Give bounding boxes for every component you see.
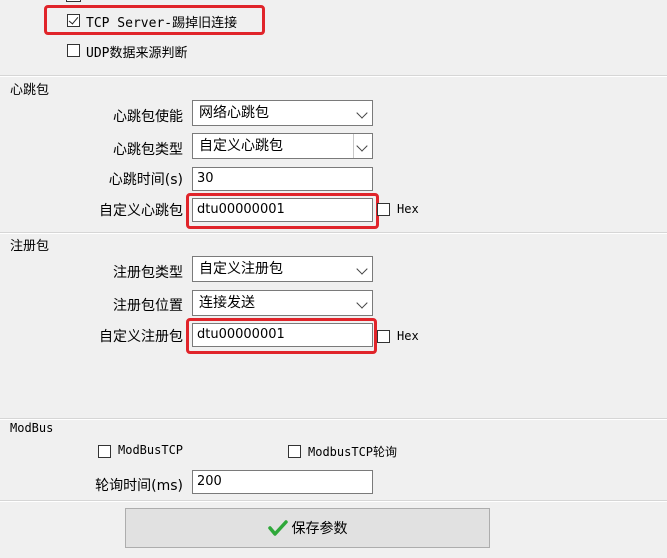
udp-source-label: UDP数据来源判断: [86, 46, 188, 61]
checkmark-icon: [267, 519, 288, 537]
register-position-value: 连接发送: [199, 295, 255, 311]
register-hex-label: Hex: [397, 329, 419, 343]
modbustcp-poll-label: ModbusTCP轮询: [308, 445, 398, 459]
register-custom-label: 自定义注册包: [99, 329, 183, 345]
highlight-register-custom: [186, 318, 377, 354]
separator: [0, 418, 667, 420]
modbus-group-title: ModBus: [10, 421, 54, 435]
modbustcp-poll-checkbox[interactable]: [288, 445, 301, 458]
modbustcp-label: ModBusTCP: [118, 443, 184, 457]
separator: [0, 500, 667, 502]
heartbeat-enable-value: 网络心跳包: [199, 105, 269, 121]
register-hex-checkbox[interactable]: [377, 330, 390, 343]
register-type-select[interactable]: 自定义注册包: [192, 256, 373, 282]
poll-time-input[interactable]: 200: [192, 470, 373, 494]
heartbeat-time-label: 心跳时间(s): [108, 172, 183, 188]
highlight-tcp-server: [44, 5, 265, 35]
separator: [0, 75, 667, 77]
chevron-down-icon: [356, 297, 368, 309]
heartbeat-hex-label: Hex: [397, 202, 419, 216]
heartbeat-group-title: 心跳包: [10, 83, 50, 98]
heartbeat-time-input[interactable]: 30: [192, 167, 373, 191]
register-position-label: 注册包位置: [113, 298, 183, 314]
register-type-label: 注册包类型: [113, 265, 183, 281]
register-position-select[interactable]: 连接发送: [192, 290, 373, 316]
register-group-title: 注册包: [10, 239, 50, 254]
udp-source-checkbox[interactable]: [67, 44, 80, 57]
heartbeat-enable-select[interactable]: 网络心跳包: [192, 100, 373, 126]
save-params-label: 保存参数: [291, 521, 348, 537]
heartbeat-type-value: 自定义心跳包: [199, 138, 283, 154]
heartbeat-type-label: 心跳包类型: [113, 142, 183, 158]
chevron-down-icon: [356, 107, 368, 119]
save-params-button[interactable]: 保存参数: [125, 508, 490, 548]
heartbeat-type-select[interactable]: 自定义心跳包: [192, 133, 373, 159]
partial-checkbox-top: [66, 0, 81, 2]
poll-time-label: 轮询时间(ms): [95, 478, 183, 494]
chevron-down-icon: [356, 263, 368, 275]
heartbeat-enable-label: 心跳包使能: [113, 109, 183, 125]
separator: [0, 232, 667, 234]
highlight-heartbeat-custom: [186, 193, 379, 229]
heartbeat-hex-checkbox[interactable]: [377, 203, 390, 216]
register-type-value: 自定义注册包: [199, 261, 283, 277]
modbustcp-checkbox[interactable]: [98, 445, 111, 458]
heartbeat-custom-label: 自定义心跳包: [99, 203, 183, 219]
